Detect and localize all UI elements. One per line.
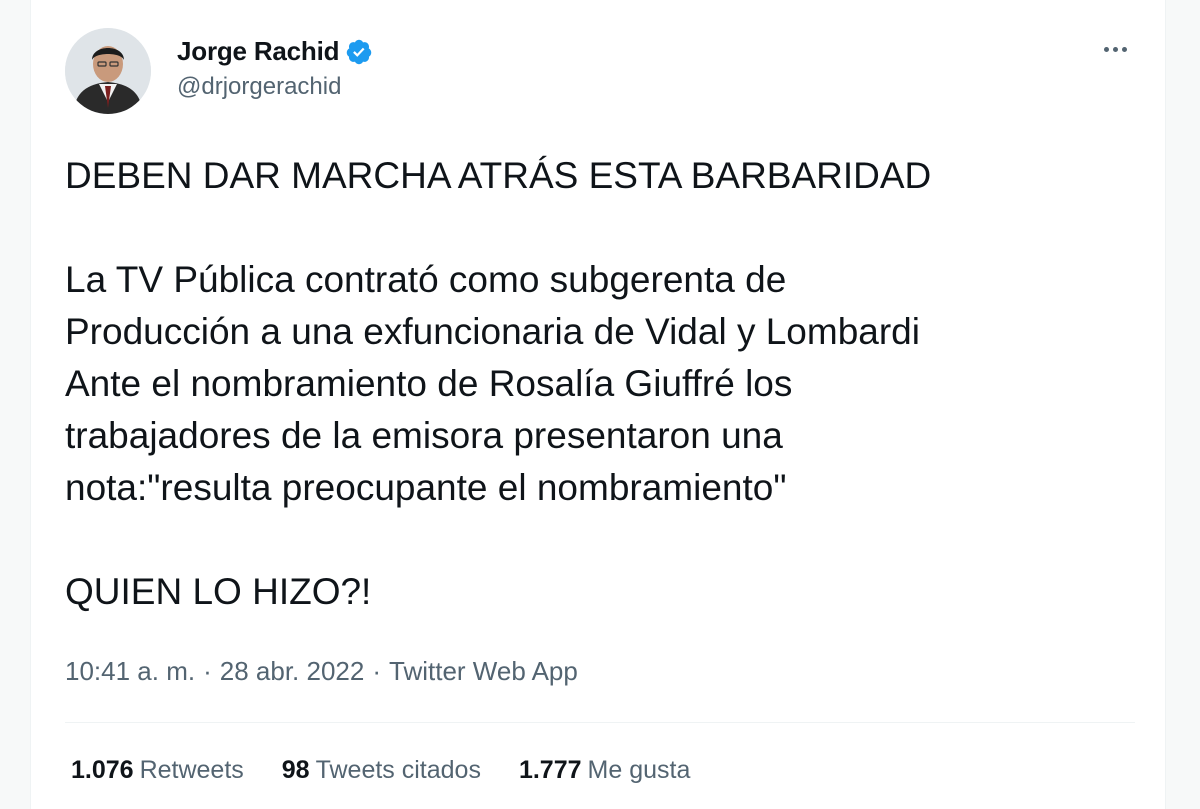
tweet-line: Ante el nombramiento de Rosalía Giuffré … [65,363,793,404]
likes-label: Me gusta [587,756,691,784]
author-block: Jorge Rachid @drjorgerachid [177,36,373,101]
tweet-stats: 1.076 Retweets 98 Tweets citados 1.777 M… [71,756,690,785]
avatar[interactable] [65,28,151,114]
tweet-header: Jorge Rachid @drjorgerachid [65,28,1135,124]
tweet-line: trabajadores de la emisora presentaron u… [65,415,783,456]
author-name[interactable]: Jorge Rachid [177,36,340,67]
retweets-stat[interactable]: 1.076 Retweets [71,756,244,785]
more-dot-icon [1112,46,1118,52]
tweet-source[interactable]: Twitter Web App [389,656,578,687]
tweet-card: Jorge Rachid @drjorgerachid DEBEN DAR MA… [30,0,1166,809]
line-break [65,514,1125,566]
author-handle[interactable]: @drjorgerachid [177,73,373,101]
divider [65,722,1135,723]
more-dot-icon [1103,46,1109,52]
likes-stat[interactable]: 1.777 Me gusta [519,756,690,785]
tweet-line: QUIEN LO HIZO?! [65,571,372,612]
tweet-line: DEBEN DAR MARCHA ATRÁS ESTA BARBARIDAD [65,155,932,196]
verified-badge-icon [347,39,372,64]
name-row: Jorge Rachid [177,36,373,67]
meta-separator: · [372,656,381,686]
retweets-count: 1.076 [71,756,134,784]
tweet-meta: 10:41 a. m. · 28 abr. 2022 · Twitter Web… [65,656,578,687]
tweet-text: DEBEN DAR MARCHA ATRÁS ESTA BARBARIDAD L… [65,150,1125,618]
meta-separator: · [203,656,212,686]
tweet-time[interactable]: 10:41 a. m. [65,656,195,687]
quotes-label: Tweets citados [315,756,481,784]
quotes-count: 98 [281,756,310,784]
more-options-button[interactable] [1095,34,1135,64]
line-break [65,202,1125,254]
tweet-line: Producción a una exfuncionaria de Vidal … [65,311,920,352]
tweet-line: nota:"resulta preocupante el nombramient… [65,467,787,508]
likes-count: 1.777 [518,756,582,784]
quotes-stat[interactable]: 98 Tweets citados [282,756,481,785]
more-dot-icon [1121,46,1127,52]
tweet-date[interactable]: 28 abr. 2022 [220,656,365,687]
retweets-label: Retweets [139,756,244,784]
profile-photo-icon [65,28,151,114]
tweet-line: La TV Pública contrató como subgerenta d… [65,259,787,300]
